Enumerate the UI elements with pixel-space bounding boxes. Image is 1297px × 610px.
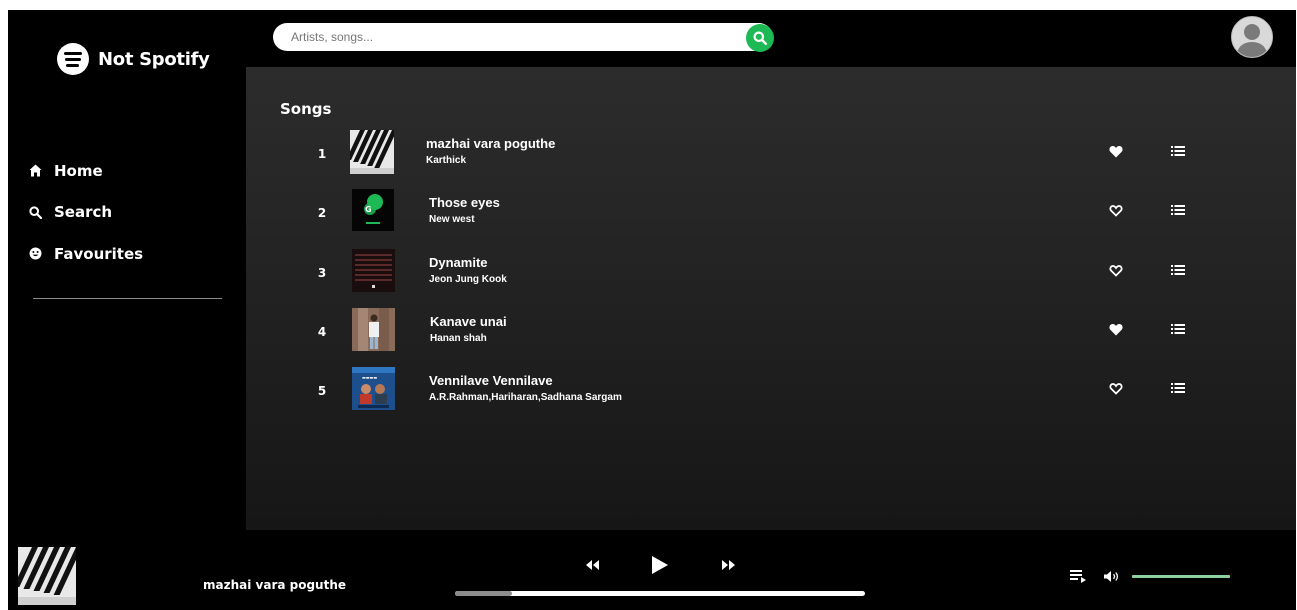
song-row[interactable]: 4 Kanave unai Hanan shah [246,308,1296,358]
song-title: Vennilave Vennilave [429,373,553,388]
song-artist: A.R.Rahman,Hariharan,Sadhana Sargam [429,392,622,403]
brand[interactable]: Not Spotify [57,43,210,75]
now-playing-title: mazhai vara poguthe [203,578,347,592]
queue-icon[interactable] [1070,569,1087,583]
sidebar-divider [33,298,222,299]
user-avatar[interactable] [1231,16,1273,58]
list-icon[interactable] [1171,145,1185,157]
brand-name: Not Spotify [98,48,210,70]
volume-slider[interactable] [1132,575,1230,578]
heart-outline-icon[interactable] [1109,264,1123,277]
song-artist: Karthick [426,155,467,166]
heart-filled-icon[interactable] [1109,145,1123,158]
main-panel: Songs 1 mazhai vara poguthe Karthick 2 G… [246,67,1296,530]
progress-fill [455,591,513,596]
sidebar-nav: Home Search Favourites [28,150,143,275]
album-art-kanave-unai [352,308,395,351]
album-art-vennilave: ▬▬▬▬ [352,367,395,410]
song-row[interactable]: 5 ▬▬▬▬ Vennilave Vennilave A.R.Rahman,Ha… [246,367,1296,417]
home-icon [28,164,42,178]
progress-bar[interactable] [455,591,865,596]
album-art-dynamite [352,249,395,292]
song-title: Kanave unai [430,314,507,329]
search-bar [273,23,774,52]
song-row[interactable]: 2 G Those eyes New west [246,189,1296,239]
song-number: 4 [317,325,327,339]
rewind-icon[interactable] [585,559,600,571]
fast-forward-icon[interactable] [721,559,736,571]
sidebar-item-label: Home [54,161,103,180]
volume-fill [1132,575,1230,578]
heart-filled-icon[interactable] [1109,323,1123,336]
heart-outline-icon[interactable] [1109,382,1123,395]
song-number: 1 [317,147,327,161]
sidebar-item-favourites[interactable]: Favourites [28,233,143,275]
spotify-logo-icon [57,43,89,75]
search-input[interactable] [289,29,733,45]
song-artist: Jeon Jung Kook [429,274,507,285]
album-art-piano [350,130,394,174]
sidebar-item-label: Favourites [54,244,144,263]
volume-icon[interactable] [1104,571,1120,582]
song-row[interactable]: 3 Dynamite Jeon Jung Kook [246,249,1296,299]
song-title: mazhai vara poguthe [426,136,556,151]
song-number: 3 [317,266,327,280]
list-icon[interactable] [1171,382,1185,394]
app-window: Not Spotify Home Search Favourites Artis… [8,10,1296,610]
list-icon[interactable] [1171,323,1185,335]
list-icon[interactable] [1171,204,1185,216]
song-row[interactable]: 1 mazhai vara poguthe Karthick [246,130,1296,180]
album-art-those-eyes: G [352,189,394,231]
search-icon [28,205,42,219]
song-title: Dynamite [429,255,488,270]
song-artist: New west [429,214,475,225]
song-title: Those eyes [429,195,500,210]
user-avatar-icon [1236,24,1268,57]
song-number: 2 [317,206,327,220]
search-button[interactable] [746,24,774,52]
songs-section-title: Songs [280,100,332,118]
svg-text:G: G [365,205,372,214]
song-number: 5 [317,384,327,398]
svg-text:▬▬▬▬: ▬▬▬▬ [362,375,377,380]
song-artist: Hanan shah [430,333,487,344]
search-icon [753,31,767,45]
sidebar-item-home[interactable]: Home [28,150,143,192]
now-playing-art [18,547,76,605]
smile-icon [28,247,42,261]
heart-outline-icon[interactable] [1109,204,1123,217]
list-icon[interactable] [1171,264,1185,276]
play-icon[interactable] [651,555,669,575]
sidebar-item-search[interactable]: Search [28,192,143,234]
sidebar-item-label: Search [54,203,113,222]
